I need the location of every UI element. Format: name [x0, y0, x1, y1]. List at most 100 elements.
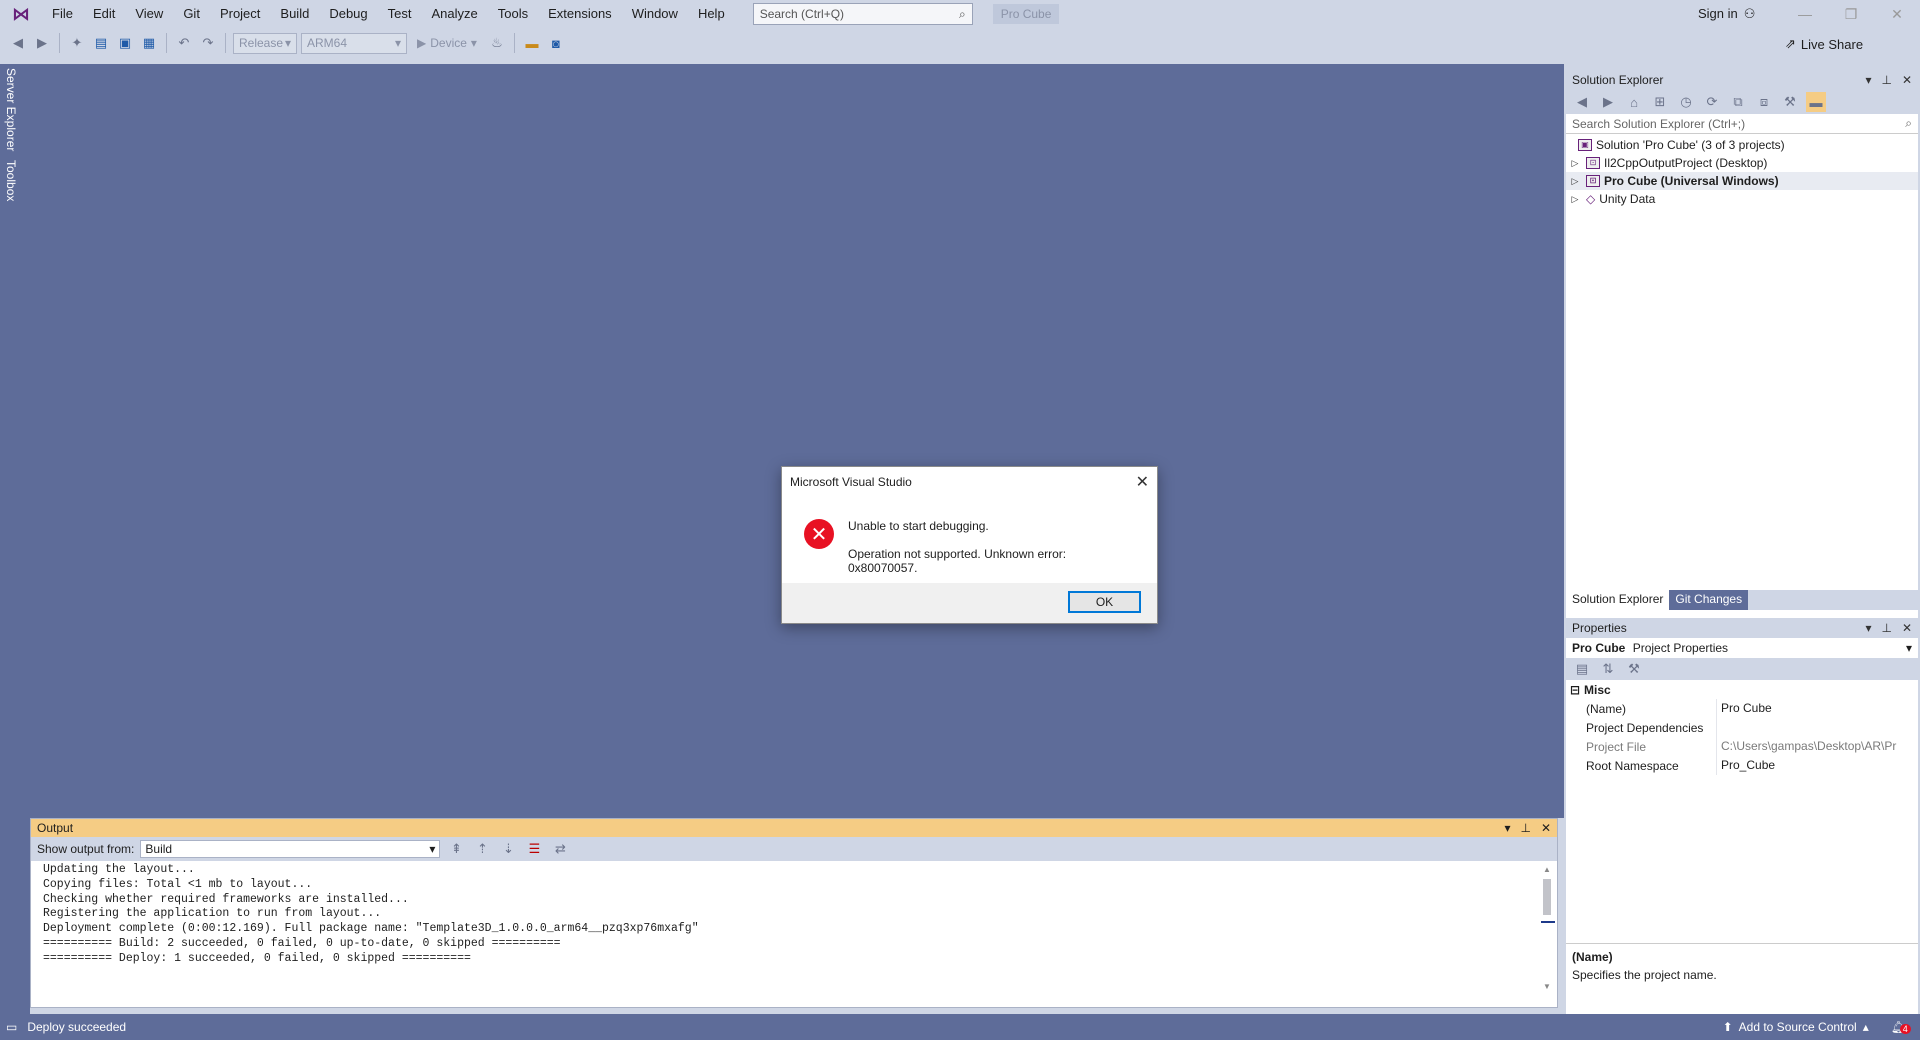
minimize-button[interactable]: — — [1782, 0, 1828, 28]
pin-icon[interactable]: ⊥ — [1881, 73, 1891, 87]
output-source-dropdown[interactable]: Build ▾ — [140, 840, 441, 858]
status-text: Deploy succeeded — [27, 1020, 127, 1034]
output-line: Copying files: Total <1 mb to layout... — [43, 877, 313, 891]
menu-git[interactable]: Git — [173, 0, 210, 28]
new-project-icon[interactable]: ✦ — [67, 33, 87, 53]
output-panel: Output ▾ ⊥ ✕ Show output from: Build ▾ ⇞… — [30, 818, 1558, 1008]
clear-all-icon[interactable]: ☰ — [524, 839, 544, 859]
save-icon[interactable]: ▣ — [115, 33, 135, 53]
back-icon[interactable]: ◀ — [8, 33, 28, 53]
switch-views-icon[interactable]: ⊞ — [1650, 92, 1670, 112]
hot-reload-icon[interactable]: ♨ — [487, 33, 507, 53]
dropdown-icon[interactable]: ▾ — [1865, 73, 1871, 87]
restore-button[interactable]: ❐ — [1828, 0, 1874, 28]
menu-file[interactable]: File — [42, 0, 83, 28]
close-icon[interactable]: ✕ — [1902, 621, 1912, 635]
menu-extensions[interactable]: Extensions — [538, 0, 622, 28]
dropdown-icon[interactable]: ▾ — [1865, 621, 1871, 635]
properties-wrench-icon[interactable]: ⚒ — [1780, 92, 1800, 112]
project-node[interactable]: ▷ ⊡ Pro Cube (Universal Windows) — [1566, 172, 1918, 190]
forward-icon[interactable]: ▶ — [1598, 92, 1618, 112]
dropdown-icon[interactable]: ▾ — [1504, 821, 1510, 835]
menu-view[interactable]: View — [125, 0, 173, 28]
output-title: Output — [37, 821, 74, 835]
close-icon[interactable]: ✕ — [1136, 472, 1149, 492]
save-all-icon[interactable]: ▦ — [139, 33, 159, 53]
word-wrap-icon[interactable]: ⇄ — [550, 839, 570, 859]
categorized-icon[interactable]: ▤ — [1572, 659, 1592, 679]
collapse-all-icon[interactable]: ⧉ — [1728, 92, 1748, 112]
menu-analyze[interactable]: Analyze — [421, 0, 487, 28]
menu-window[interactable]: Window — [622, 0, 688, 28]
expand-arrow-icon[interactable]: ▷ — [1568, 194, 1582, 205]
pending-changes-icon[interactable]: ◷ — [1676, 92, 1696, 112]
expand-arrow-icon[interactable]: ▷ — [1568, 158, 1582, 169]
server-explorer-tab[interactable]: Server Explorer — [4, 68, 18, 151]
camera-icon[interactable]: ◙ — [546, 33, 566, 53]
menu-test[interactable]: Test — [378, 0, 422, 28]
preview-icon[interactable]: ▬ — [1806, 92, 1826, 112]
property-value[interactable]: Pro Cube — [1716, 699, 1918, 718]
open-folder-icon[interactable]: ▤ — [91, 33, 111, 53]
next-message-icon[interactable]: ⇣ — [498, 839, 518, 859]
close-icon[interactable]: ✕ — [1902, 73, 1912, 87]
menu-tools[interactable]: Tools — [488, 0, 538, 28]
alphabetical-icon[interactable]: ⇅ — [1598, 659, 1618, 679]
solution-tree: ▣ Solution 'Pro Cube' (3 of 3 projects) … — [1566, 134, 1918, 208]
close-icon[interactable]: ✕ — [1541, 821, 1551, 835]
person-icon: ⚇ — [1743, 6, 1756, 21]
tab-solution-explorer[interactable]: Solution Explorer — [1566, 590, 1670, 610]
sign-in-button[interactable]: Sign in ⚇ — [1698, 0, 1755, 28]
search-input[interactable]: Search (Ctrl+Q) ⌕ — [752, 3, 973, 25]
menu-project[interactable]: Project — [210, 0, 270, 28]
menu-help[interactable]: Help — [688, 0, 735, 28]
property-row[interactable]: Project Dependencies — [1566, 718, 1918, 737]
pin-icon[interactable]: ⊥ — [1520, 821, 1530, 835]
visual-studio-logo-icon[interactable]: ⋈ — [0, 0, 42, 28]
undo-icon[interactable]: ↶ — [174, 33, 194, 53]
redo-icon[interactable]: ↷ — [198, 33, 218, 53]
pin-icon[interactable]: ⊥ — [1881, 621, 1891, 635]
property-value[interactable] — [1716, 718, 1918, 737]
collapse-icon[interactable]: ⊟ — [1566, 683, 1580, 697]
notifications-button[interactable]: 🔔︎ 4 — [1891, 1020, 1911, 1034]
toolbox-tab[interactable]: Toolbox — [4, 160, 18, 201]
home-icon[interactable]: ⌂ — [1624, 92, 1644, 112]
previous-message-icon[interactable]: ⇡ — [472, 839, 492, 859]
property-row[interactable]: Root Namespace Pro_Cube — [1566, 756, 1918, 775]
status-bar: ▭ Deploy succeeded ⬆ Add to Source Contr… — [0, 1014, 1920, 1040]
output-line: Checking whether required frameworks are… — [43, 892, 409, 906]
property-pages-icon[interactable]: ⚒ — [1624, 659, 1644, 679]
property-name: Project File — [1586, 739, 1647, 754]
project-node[interactable]: ▷ ⊡ Il2CppOutputProject (Desktop) — [1566, 154, 1918, 172]
expand-arrow-icon[interactable]: ▷ — [1568, 176, 1582, 187]
folder-icon[interactable]: ▬ — [522, 33, 542, 53]
tab-git-changes[interactable]: Git Changes — [1669, 590, 1749, 610]
start-debug-button[interactable]: ▶ Device ▾ — [411, 36, 483, 50]
property-value[interactable]: C:\Users\gampas\Desktop\AR\Pr — [1716, 737, 1918, 756]
live-share-button[interactable]: ⇗ Live Share — [1785, 36, 1863, 52]
solution-explorer-search-input[interactable]: Search Solution Explorer (Ctrl+;) ⌕ — [1566, 114, 1918, 134]
configuration-dropdown[interactable]: Release ▾ — [233, 32, 297, 54]
back-icon[interactable]: ◀ — [1572, 92, 1592, 112]
refresh-icon[interactable]: ⟳ — [1702, 92, 1722, 112]
properties-category-misc[interactable]: ⊟ Misc — [1566, 680, 1918, 699]
find-message-icon[interactable]: ⇞ — [446, 839, 466, 859]
ok-button[interactable]: OK — [1068, 591, 1141, 613]
show-all-files-icon[interactable]: ⧈ — [1754, 92, 1774, 112]
platform-dropdown[interactable]: ARM64 ▾ — [301, 32, 407, 54]
source-control-button[interactable]: ⬆ Add to Source Control ▴ — [1723, 1020, 1869, 1034]
output-text[interactable]: Updating the layout... Copying files: Tot… — [31, 861, 1557, 1001]
menu-edit[interactable]: Edit — [83, 0, 125, 28]
close-window-button[interactable]: ✕ — [1874, 0, 1920, 28]
properties-object-selector[interactable]: Pro Cube Project Properties ▾ — [1566, 638, 1918, 658]
menu-debug[interactable]: Debug — [319, 0, 377, 28]
menu-build[interactable]: Build — [270, 0, 319, 28]
solution-node[interactable]: ▣ Solution 'Pro Cube' (3 of 3 projects) — [1566, 136, 1918, 154]
output-scrollbar[interactable]: ▲ ▼ — [1541, 865, 1555, 991]
property-row[interactable]: Project File C:\Users\gampas\Desktop\AR\… — [1566, 737, 1918, 756]
property-value[interactable]: Pro_Cube — [1716, 756, 1918, 775]
project-node[interactable]: ▷ ◇ Unity Data — [1566, 190, 1918, 208]
forward-icon[interactable]: ▶ — [32, 33, 52, 53]
property-row[interactable]: (Name) Pro Cube — [1566, 699, 1918, 718]
